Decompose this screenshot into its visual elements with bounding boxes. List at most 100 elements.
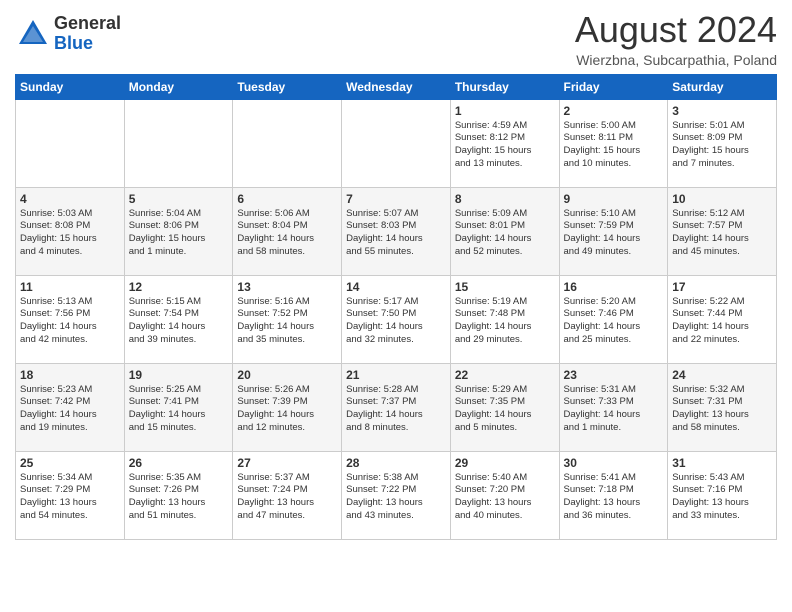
day-number: 28: [346, 456, 446, 470]
logo-general-text: General: [54, 14, 121, 34]
day-number: 2: [564, 104, 664, 118]
day-info: Sunrise: 5:03 AM Sunset: 8:08 PM Dayligh…: [20, 208, 120, 259]
day-number: 16: [564, 280, 664, 294]
table-row: 27 Sunrise: 5:37 AM Sunset: 7:24 PM Dayli…: [233, 451, 342, 539]
day-number: 18: [20, 368, 120, 382]
table-row: 18 Sunrise: 5:23 AM Sunset: 7:42 PM Dayli…: [16, 363, 125, 451]
col-friday: Friday: [559, 74, 668, 99]
col-tuesday: Tuesday: [233, 74, 342, 99]
calendar-week-1: 1Sunrise: 4:59 AM Sunset: 8:12 PM Daylig…: [16, 99, 777, 187]
day-info: Sunrise: 5:09 AM Sunset: 8:01 PM Dayligh…: [455, 208, 555, 259]
day-info: Sunrise: 5:20 AM Sunset: 7:46 PM Dayligh…: [564, 296, 664, 347]
day-number: 23: [564, 368, 664, 382]
table-row: [233, 99, 342, 187]
day-number: 20: [237, 368, 337, 382]
day-info: Sunrise: 5:12 AM Sunset: 7:57 PM Dayligh…: [672, 208, 772, 259]
day-number: 11: [20, 280, 120, 294]
calendar-table: Sunday Monday Tuesday Wednesday Thursday…: [15, 74, 777, 540]
col-monday: Monday: [124, 74, 233, 99]
logo-icon: [15, 16, 51, 52]
day-number: 29: [455, 456, 555, 470]
table-row: 1Sunrise: 4:59 AM Sunset: 8:12 PM Daylig…: [450, 99, 559, 187]
table-row: 29 Sunrise: 5:40 AM Sunset: 7:20 PM Dayli…: [450, 451, 559, 539]
logo: General Blue: [15, 14, 121, 54]
day-number: 24: [672, 368, 772, 382]
day-info: Sunrise: 5:38 AM Sunset: 7:22 PM Dayligh…: [346, 472, 446, 523]
table-row: 9Sunrise: 5:10 AM Sunset: 7:59 PM Daylig…: [559, 187, 668, 275]
day-info: Sunrise: 5:28 AM Sunset: 7:37 PM Dayligh…: [346, 384, 446, 435]
table-row: 21 Sunrise: 5:28 AM Sunset: 7:37 PM Dayli…: [342, 363, 451, 451]
day-info: Sunrise: 5:25 AM Sunset: 7:41 PM Dayligh…: [129, 384, 229, 435]
table-row: 26 Sunrise: 5:35 AM Sunset: 7:26 PM Dayli…: [124, 451, 233, 539]
day-number: 3: [672, 104, 772, 118]
day-number: 17: [672, 280, 772, 294]
table-row: [16, 99, 125, 187]
day-info: Sunrise: 5:07 AM Sunset: 8:03 PM Dayligh…: [346, 208, 446, 259]
logo-text: General Blue: [54, 14, 121, 54]
day-number: 19: [129, 368, 229, 382]
calendar-week-3: 11Sunrise: 5:13 AM Sunset: 7:56 PM Dayli…: [16, 275, 777, 363]
day-info: Sunrise: 5:16 AM Sunset: 7:52 PM Dayligh…: [237, 296, 337, 347]
day-number: 22: [455, 368, 555, 382]
table-row: 24 Sunrise: 5:32 AM Sunset: 7:31 PM Dayli…: [668, 363, 777, 451]
day-number: 5: [129, 192, 229, 206]
day-number: 10: [672, 192, 772, 206]
subtitle: Wierzbna, Subcarpathia, Poland: [575, 52, 777, 68]
day-number: 25: [20, 456, 120, 470]
day-number: 15: [455, 280, 555, 294]
day-info: Sunrise: 5:34 AM Sunset: 7:29 PM Dayligh…: [20, 472, 120, 523]
day-number: 21: [346, 368, 446, 382]
col-wednesday: Wednesday: [342, 74, 451, 99]
day-info: Sunrise: 5:31 AM Sunset: 7:33 PM Dayligh…: [564, 384, 664, 435]
table-row: 5 Sunrise: 5:04 AM Sunset: 8:06 PM Daylig…: [124, 187, 233, 275]
table-row: 13Sunrise: 5:16 AM Sunset: 7:52 PM Dayli…: [233, 275, 342, 363]
day-info: Sunrise: 5:23 AM Sunset: 7:42 PM Dayligh…: [20, 384, 120, 435]
table-row: 23 Sunrise: 5:31 AM Sunset: 7:33 PM Dayli…: [559, 363, 668, 451]
day-info: Sunrise: 5:40 AM Sunset: 7:20 PM Dayligh…: [455, 472, 555, 523]
day-number: 12: [129, 280, 229, 294]
day-info: Sunrise: 5:29 AM Sunset: 7:35 PM Dayligh…: [455, 384, 555, 435]
day-info: Sunrise: 5:00 AM Sunset: 8:11 PM Dayligh…: [564, 120, 664, 171]
table-row: [124, 99, 233, 187]
day-info: Sunrise: 5:01 AM Sunset: 8:09 PM Dayligh…: [672, 120, 772, 171]
table-row: 2 Sunrise: 5:00 AM Sunset: 8:11 PM Daylig…: [559, 99, 668, 187]
day-number: 8: [455, 192, 555, 206]
table-row: 20 Sunrise: 5:26 AM Sunset: 7:39 PM Dayli…: [233, 363, 342, 451]
calendar-week-5: 25 Sunrise: 5:34 AM Sunset: 7:29 PM Dayli…: [16, 451, 777, 539]
table-row: [342, 99, 451, 187]
day-number: 27: [237, 456, 337, 470]
table-row: 15Sunrise: 5:19 AM Sunset: 7:48 PM Dayli…: [450, 275, 559, 363]
day-info: Sunrise: 5:35 AM Sunset: 7:26 PM Dayligh…: [129, 472, 229, 523]
day-info: Sunrise: 5:04 AM Sunset: 8:06 PM Dayligh…: [129, 208, 229, 259]
col-sunday: Sunday: [16, 74, 125, 99]
table-row: 22 Sunrise: 5:29 AM Sunset: 7:35 PM Dayli…: [450, 363, 559, 451]
table-row: 7 Sunrise: 5:07 AM Sunset: 8:03 PM Daylig…: [342, 187, 451, 275]
day-info: Sunrise: 5:17 AM Sunset: 7:50 PM Dayligh…: [346, 296, 446, 347]
day-number: 31: [672, 456, 772, 470]
day-info: Sunrise: 5:41 AM Sunset: 7:18 PM Dayligh…: [564, 472, 664, 523]
table-row: 10 Sunrise: 5:12 AM Sunset: 7:57 PM Dayli…: [668, 187, 777, 275]
calendar-header-row: Sunday Monday Tuesday Wednesday Thursday…: [16, 74, 777, 99]
day-number: 6: [237, 192, 337, 206]
table-row: 25 Sunrise: 5:34 AM Sunset: 7:29 PM Dayli…: [16, 451, 125, 539]
table-row: 16 Sunrise: 5:20 AM Sunset: 7:46 PM Dayli…: [559, 275, 668, 363]
day-number: 26: [129, 456, 229, 470]
day-info: Sunrise: 5:32 AM Sunset: 7:31 PM Dayligh…: [672, 384, 772, 435]
col-saturday: Saturday: [668, 74, 777, 99]
calendar-week-4: 18 Sunrise: 5:23 AM Sunset: 7:42 PM Dayli…: [16, 363, 777, 451]
table-row: 3 Sunrise: 5:01 AM Sunset: 8:09 PM Daylig…: [668, 99, 777, 187]
day-info: Sunrise: 5:26 AM Sunset: 7:39 PM Dayligh…: [237, 384, 337, 435]
day-number: 30: [564, 456, 664, 470]
day-info: Sunrise: 5:10 AM Sunset: 7:59 PM Dayligh…: [564, 208, 664, 259]
title-block: August 2024 Wierzbna, Subcarpathia, Pola…: [575, 10, 777, 68]
page: General Blue August 2024 Wierzbna, Subca…: [0, 0, 792, 550]
table-row: 31Sunrise: 5:43 AM Sunset: 7:16 PM Dayli…: [668, 451, 777, 539]
day-number: 14: [346, 280, 446, 294]
day-number: 7: [346, 192, 446, 206]
table-row: 8 Sunrise: 5:09 AM Sunset: 8:01 PM Daylig…: [450, 187, 559, 275]
table-row: 19 Sunrise: 5:25 AM Sunset: 7:41 PM Dayli…: [124, 363, 233, 451]
calendar-week-2: 4Sunrise: 5:03 AM Sunset: 8:08 PM Daylig…: [16, 187, 777, 275]
day-info: Sunrise: 5:37 AM Sunset: 7:24 PM Dayligh…: [237, 472, 337, 523]
main-title: August 2024: [575, 10, 777, 50]
header: General Blue August 2024 Wierzbna, Subca…: [15, 10, 777, 68]
